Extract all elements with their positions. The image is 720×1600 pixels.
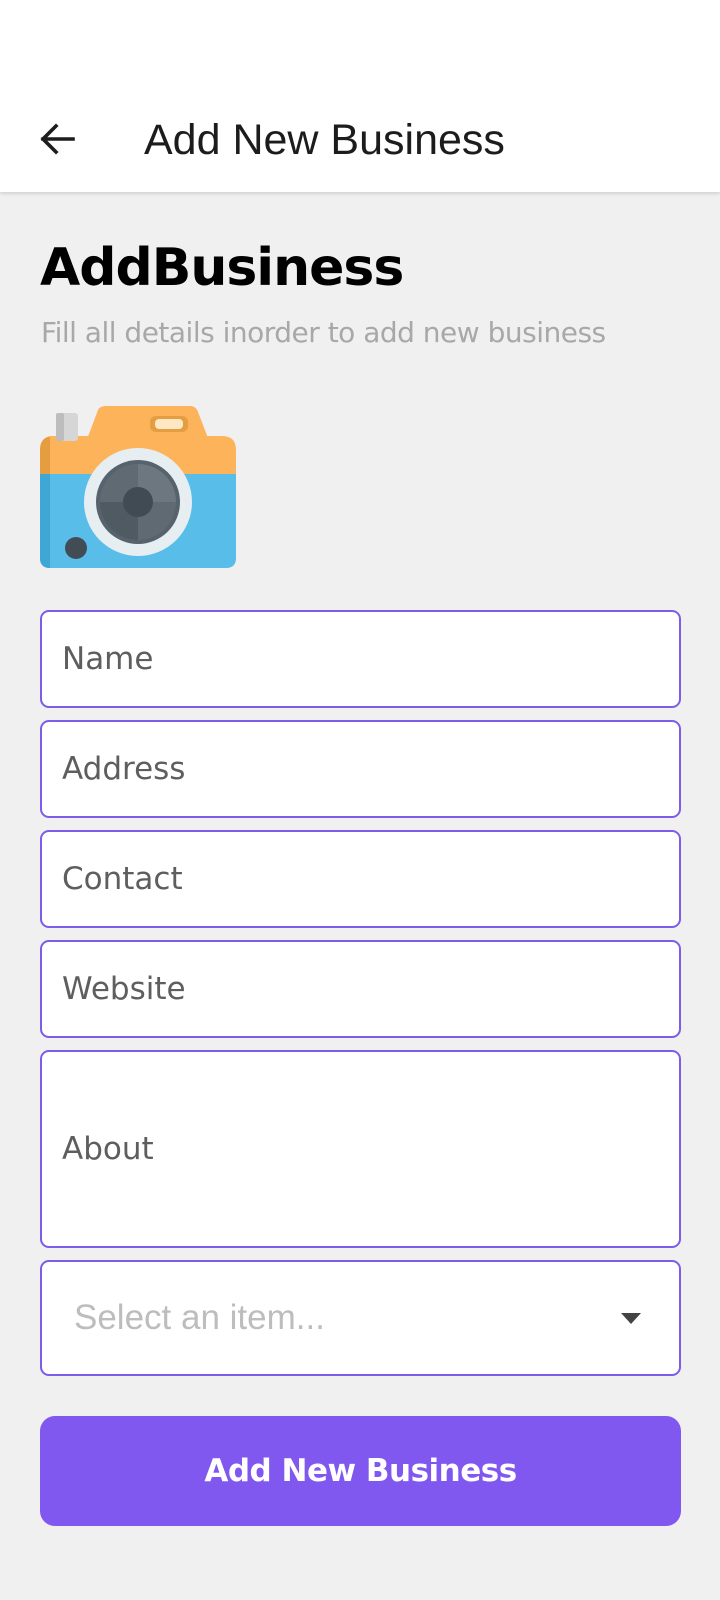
website-field[interactable]: [40, 940, 681, 1038]
contact-field[interactable]: [40, 830, 681, 928]
address-field[interactable]: [40, 720, 681, 818]
caret-down-icon: [621, 1313, 641, 1324]
app-bar: Add New Business: [0, 88, 720, 192]
website-input[interactable]: [62, 971, 679, 1007]
camera-icon: [40, 406, 236, 568]
app-bar-title: Add New Business: [144, 116, 505, 164]
contact-input[interactable]: [62, 861, 679, 897]
address-input[interactable]: [62, 751, 679, 787]
name-input[interactable]: [62, 641, 679, 677]
page-title: AddBusiness: [40, 238, 404, 298]
about-input[interactable]: [62, 1131, 679, 1167]
about-field[interactable]: [40, 1050, 681, 1248]
page-subtitle: Fill all details inorder to add new busi…: [41, 316, 606, 349]
back-button[interactable]: [26, 108, 88, 170]
add-business-form: AddBusiness Fill all details inorder to …: [0, 192, 720, 1600]
image-picker[interactable]: [40, 406, 240, 574]
add-business-button[interactable]: Add New Business: [40, 1416, 681, 1526]
arrow-left-icon: [40, 123, 75, 155]
category-dropdown-placeholder: Select an item...: [74, 1298, 325, 1337]
name-field[interactable]: [40, 610, 681, 708]
category-dropdown[interactable]: Select an item...: [40, 1260, 681, 1376]
status-bar: [0, 0, 720, 88]
